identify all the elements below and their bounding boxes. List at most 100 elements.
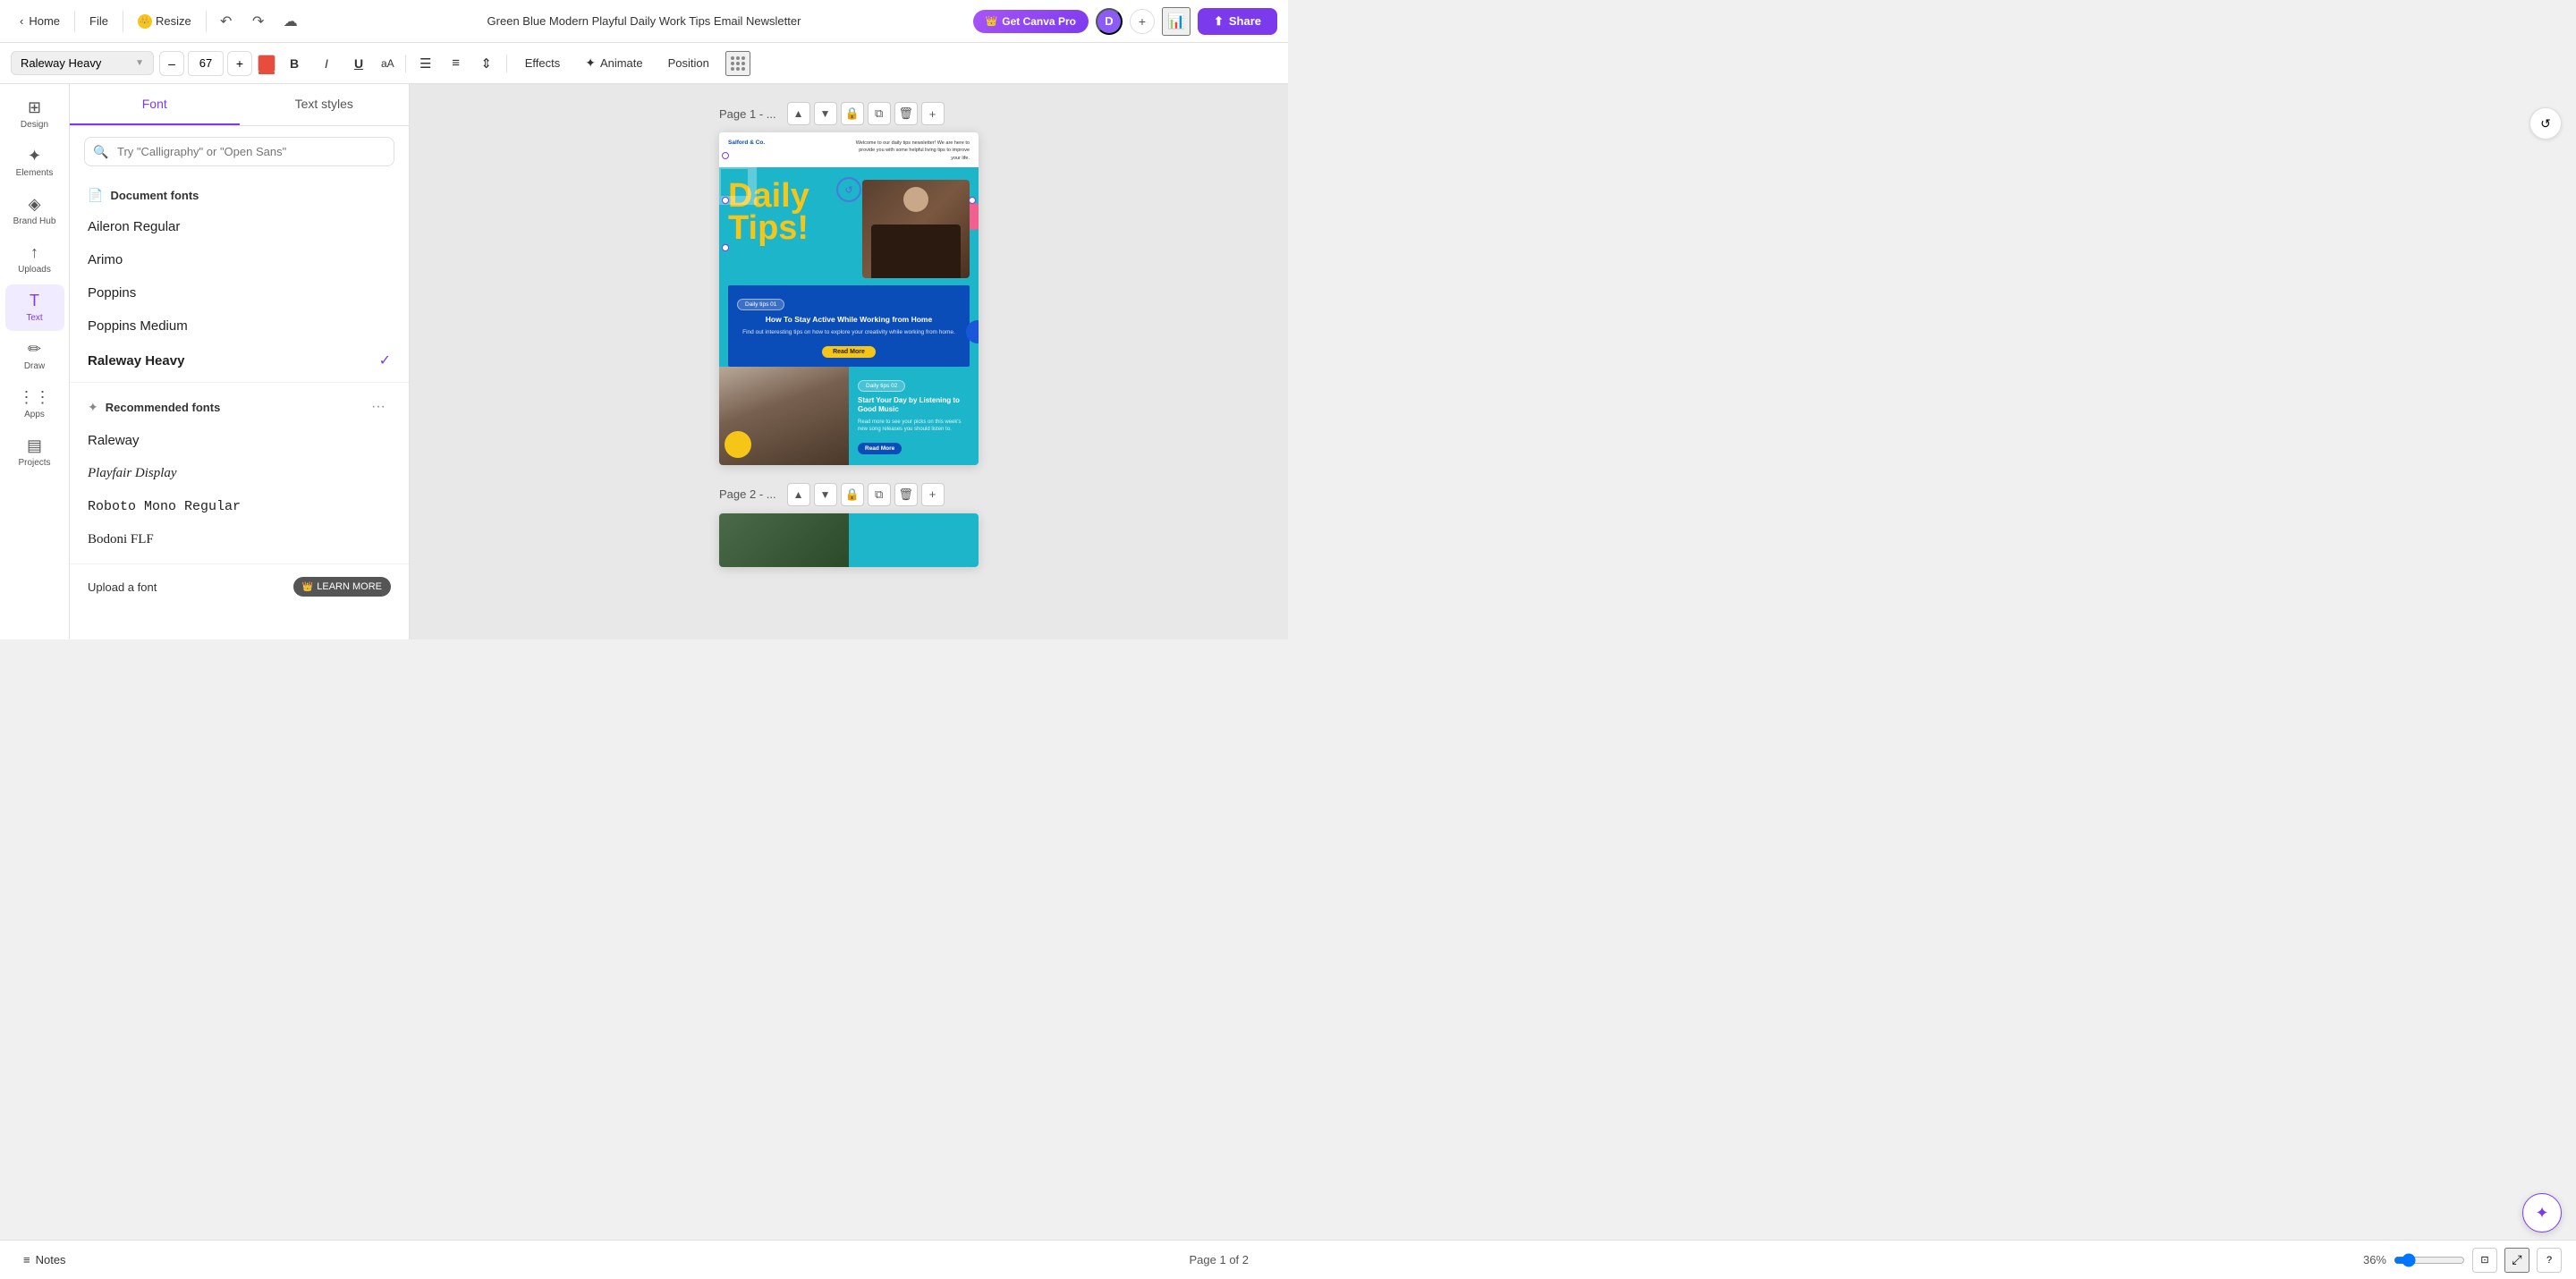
sidebar-label-draw: Draw bbox=[24, 361, 45, 372]
font-item-aileron[interactable]: Aileron Regular bbox=[70, 210, 409, 243]
recommended-more-button[interactable]: ··· bbox=[366, 397, 391, 417]
font-size-input[interactable] bbox=[188, 51, 224, 76]
font-color-picker[interactable] bbox=[258, 55, 275, 72]
case-button[interactable]: aA bbox=[377, 55, 398, 72]
font-name-display: Raleway Heavy bbox=[21, 56, 101, 70]
user-avatar[interactable]: D bbox=[1096, 8, 1123, 35]
learn-more-button[interactable]: 👑 LEARN MORE bbox=[293, 577, 391, 597]
effects-button[interactable]: Effects bbox=[514, 52, 572, 74]
page1-down-button[interactable]: ▼ bbox=[814, 102, 837, 125]
font-size-decrease[interactable]: – bbox=[159, 51, 184, 76]
nl-card1-btn[interactable]: Read More bbox=[822, 346, 876, 358]
undo-button[interactable]: ↶ bbox=[212, 7, 241, 36]
font-item-raleway[interactable]: Raleway bbox=[70, 424, 409, 457]
page2-header: Page 2 - ... ▲ ▼ 🔒 ⧉ 🗑 + bbox=[719, 483, 979, 506]
position-button[interactable]: Position bbox=[657, 52, 720, 74]
share-button[interactable]: ⬆ Share bbox=[1198, 8, 1277, 35]
sidebar-label-elements: Elements bbox=[16, 168, 54, 179]
font-item-arimo[interactable]: Arimo bbox=[70, 243, 409, 276]
font-checkmark-icon: ✓ bbox=[379, 352, 391, 369]
page2-down-button[interactable]: ▼ bbox=[814, 483, 837, 506]
page1-canvas[interactable]: Salford & Co. Welcome to our daily tips … bbox=[719, 132, 979, 465]
font-item-bodoni[interactable]: Bodoni FLF bbox=[70, 523, 409, 556]
page1-copy-button[interactable]: ⧉ bbox=[868, 102, 891, 125]
fullscreen-button[interactable]: ⤢ bbox=[2504, 1248, 2529, 1273]
sidebar-item-projects[interactable]: ▤ Projects bbox=[5, 429, 64, 476]
toolbar-separator bbox=[405, 55, 406, 72]
page1-container: Page 1 - ... ▲ ▼ 🔒 ⧉ 🗑 + Salford & Co. W… bbox=[719, 102, 979, 465]
italic-button[interactable]: I bbox=[313, 50, 340, 77]
page2-controls: ▲ ▼ 🔒 ⧉ 🗑 + bbox=[787, 483, 945, 506]
file-button[interactable]: File bbox=[80, 11, 117, 31]
recommended-fonts-header: ✦ Recommended fonts ··· bbox=[70, 382, 409, 424]
underline-button[interactable]: U bbox=[345, 50, 372, 77]
nl-card2-title: Start Your Day by Listening to Good Musi… bbox=[858, 396, 970, 415]
resize-crown-icon: 👑 bbox=[138, 14, 152, 29]
share-icon: ⬆ bbox=[1214, 14, 1224, 29]
tab-text-styles[interactable]: Text styles bbox=[240, 84, 410, 125]
page1-delete-button[interactable]: 🗑 bbox=[894, 102, 918, 125]
sidebar-item-apps[interactable]: ⋮⋮ Apps bbox=[5, 381, 64, 428]
home-label: Home bbox=[29, 14, 60, 28]
zoom-slider[interactable] bbox=[2394, 1253, 2465, 1267]
page2-copy-button[interactable]: ⧉ bbox=[868, 483, 891, 506]
page1-add-button[interactable]: + bbox=[921, 102, 945, 125]
page2-delete-button[interactable]: 🗑 bbox=[894, 483, 918, 506]
more-options-button[interactable] bbox=[725, 51, 750, 76]
nl-tips-title: Tips! bbox=[728, 212, 862, 244]
sidebar-item-draw[interactable]: ✏ Draw bbox=[5, 333, 64, 379]
font-name-aileron: Aileron Regular bbox=[88, 219, 180, 234]
home-button[interactable]: ‹ Home bbox=[11, 11, 69, 31]
toolbar-separator2 bbox=[506, 55, 507, 72]
notes-button[interactable]: ≡ Notes bbox=[14, 1249, 75, 1271]
redo-button[interactable]: ↷ bbox=[244, 7, 273, 36]
sidebar-item-brand-hub[interactable]: ◈ Brand Hub bbox=[5, 188, 64, 234]
page2-up-button[interactable]: ▲ bbox=[787, 483, 810, 506]
resize-button[interactable]: 👑 Resize bbox=[129, 11, 200, 32]
align-left-button[interactable]: ☰ bbox=[413, 51, 438, 76]
align-list-button[interactable]: ≡ bbox=[444, 51, 469, 76]
learn-more-crown-icon: 👑 bbox=[302, 582, 313, 592]
page2-canvas[interactable] bbox=[719, 513, 979, 567]
fit-page-button[interactable]: ⊡ bbox=[2472, 1248, 2497, 1273]
font-selector[interactable]: Raleway Heavy ▼ bbox=[11, 51, 154, 75]
sidebar-label-design: Design bbox=[21, 120, 48, 131]
page1-up-button[interactable]: ▲ bbox=[787, 102, 810, 125]
font-search-input[interactable] bbox=[84, 137, 394, 166]
font-item-poppins-medium[interactable]: Poppins Medium bbox=[70, 309, 409, 343]
font-name-poppins: Poppins bbox=[88, 285, 136, 301]
nl-bottom-section: Daily tips 02 Start Your Day by Listenin… bbox=[719, 367, 979, 465]
nl-card2-btn[interactable]: Read More bbox=[858, 443, 902, 454]
font-item-poppins[interactable]: Poppins bbox=[70, 276, 409, 309]
canvas-area[interactable]: Page 1 - ... ▲ ▼ 🔒 ⧉ 🗑 + Salford & Co. W… bbox=[410, 84, 1288, 640]
page2-lock-button[interactable]: 🔒 bbox=[841, 483, 864, 506]
sidebar-item-text[interactable]: T Text bbox=[5, 284, 64, 331]
sidebar-item-elements[interactable]: ✦ Elements bbox=[5, 140, 64, 186]
bold-button[interactable]: B bbox=[281, 50, 308, 77]
list-spacing-button[interactable]: ⇕ bbox=[474, 51, 499, 76]
nl-bottom-photo bbox=[719, 367, 849, 465]
sidebar-label-text: Text bbox=[26, 313, 42, 324]
get-pro-button[interactable]: 👑 Get Canva Pro bbox=[973, 10, 1089, 33]
page2-add-button[interactable]: + bbox=[921, 483, 945, 506]
help-button[interactable]: ? bbox=[2537, 1248, 2562, 1273]
topbar: ‹ Home File 👑 Resize ↶ ↷ ☁ Green Blue Mo… bbox=[0, 0, 1288, 43]
nl-company: Salford & Co. bbox=[728, 140, 765, 146]
page-info: Page 1 of 2 bbox=[1190, 1253, 1250, 1266]
font-size-increase[interactable]: + bbox=[227, 51, 252, 76]
sidebar-item-design[interactable]: ⊞ Design bbox=[5, 91, 64, 138]
font-item-playfair[interactable]: Playfair Display bbox=[70, 457, 409, 490]
tab-font[interactable]: Font bbox=[70, 84, 240, 125]
page2-img bbox=[719, 513, 849, 567]
magic-assistant-button[interactable]: ✦ bbox=[2522, 1193, 2562, 1232]
font-item-raleway-heavy[interactable]: Raleway Heavy ✓ bbox=[70, 343, 409, 378]
design-icon: ⊞ bbox=[28, 98, 41, 117]
sidebar-item-uploads[interactable]: ↑ Uploads bbox=[5, 236, 64, 283]
animate-button[interactable]: ✦ Animate bbox=[576, 51, 651, 75]
font-item-roboto-mono[interactable]: Roboto Mono Regular bbox=[70, 490, 409, 523]
analytics-button[interactable]: 📊 bbox=[1162, 7, 1191, 36]
page1-lock-button[interactable]: 🔒 bbox=[841, 102, 864, 125]
sidebar-label-projects: Projects bbox=[18, 458, 50, 469]
save-cloud-button[interactable]: ☁ bbox=[276, 7, 305, 36]
add-collaborator-button[interactable]: + bbox=[1130, 9, 1155, 34]
